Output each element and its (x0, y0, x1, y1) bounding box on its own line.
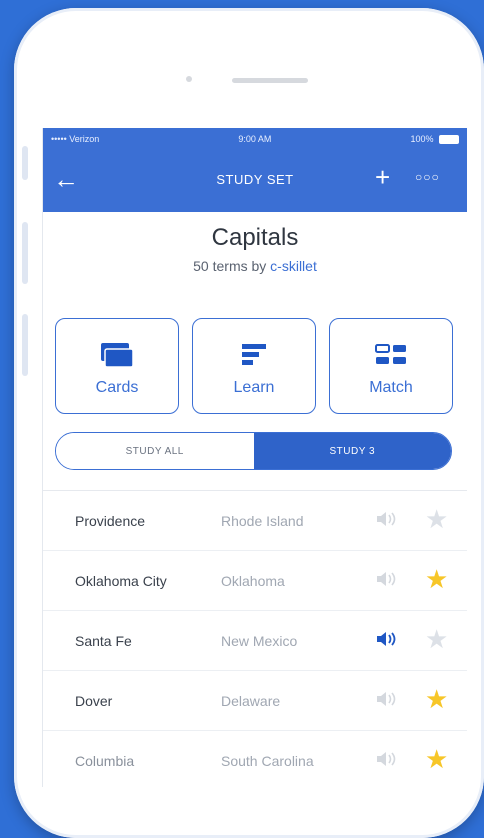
nav-bar: ← STUDY SET + ○○○ (43, 150, 467, 212)
set-title: Capitals (211, 224, 299, 251)
battery-icon (438, 135, 459, 145)
term-text: Columbia (75, 753, 135, 769)
term-text: Providence (75, 513, 146, 529)
learn-mode-label: Learn (233, 379, 275, 396)
study-scope-toggle: STUDY ALL STUDY 3 (55, 432, 452, 470)
clock-label: 9:00 AM (238, 134, 272, 144)
star-icon[interactable]: ★ (425, 685, 448, 713)
definition-text: Rhode Island (221, 513, 304, 529)
earpiece-speaker (232, 78, 308, 83)
term-row: Santa Fe New Mexico ★ (43, 611, 467, 671)
definition-text: South Carolina (221, 753, 314, 769)
match-icon (330, 341, 452, 367)
term-text: Santa Fe (75, 633, 132, 649)
volume-up-button (22, 222, 28, 284)
term-row: Providence Rhode Island ★ (43, 491, 467, 551)
cards-mode-label: Cards (95, 379, 139, 396)
term-count-label: 50 terms by (193, 258, 267, 274)
speaker-icon[interactable] (375, 569, 397, 594)
term-text: Dover (75, 693, 113, 709)
study-modes: Cards Learn Match (55, 318, 455, 414)
term-row: Oklahoma City Oklahoma ★ (43, 551, 467, 611)
term-text: Oklahoma City (75, 573, 167, 589)
volume-down-button (22, 314, 28, 376)
star-icon[interactable]: ★ (425, 625, 448, 653)
speaker-icon[interactable] (375, 509, 397, 534)
cards-mode-button[interactable]: Cards (55, 318, 179, 414)
battery-label: 100% (410, 133, 434, 144)
speaker-icon[interactable] (375, 749, 397, 774)
speaker-icon[interactable] (375, 629, 397, 654)
star-icon[interactable]: ★ (425, 745, 448, 773)
study-starred-tab[interactable]: STUDY 3 (253, 433, 451, 469)
definition-text: Delaware (221, 693, 281, 709)
front-camera (186, 76, 192, 82)
set-subtitle: 50 terms by c-skillet (43, 258, 467, 274)
term-row: Dover Delaware ★ (43, 671, 467, 731)
definition-text: New Mexico (221, 633, 298, 649)
author-link[interactable]: c-skillet (270, 258, 317, 274)
speaker-icon[interactable] (375, 689, 397, 714)
star-icon[interactable]: ★ (425, 505, 448, 533)
learn-icon (193, 341, 315, 367)
learn-mode-button[interactable]: Learn (192, 318, 316, 414)
carrier-label: ••••• Verizon (51, 134, 100, 144)
plus-icon[interactable]: + (375, 162, 390, 192)
study-all-tab[interactable]: STUDY ALL (56, 433, 254, 469)
page-title: STUDY SET (216, 172, 294, 187)
mute-switch (22, 146, 28, 180)
term-row: Columbia South Carolina ★ (43, 731, 467, 787)
term-list: Providence Rhode Island ★ Oklahoma City … (43, 490, 467, 787)
star-icon[interactable]: ★ (425, 565, 448, 593)
app-screen: ••••• Verizon 9:00 AM 100% ← STUDY SET +… (42, 128, 467, 787)
match-mode-label: Match (369, 379, 413, 396)
status-bar: ••••• Verizon 9:00 AM 100% (43, 128, 467, 150)
cards-icon (56, 341, 178, 368)
battery-indicator: 100% (410, 133, 459, 145)
match-mode-button[interactable]: Match (329, 318, 453, 414)
more-dots-icon[interactable]: ○○○ (415, 170, 440, 184)
definition-text: Oklahoma (221, 573, 285, 589)
